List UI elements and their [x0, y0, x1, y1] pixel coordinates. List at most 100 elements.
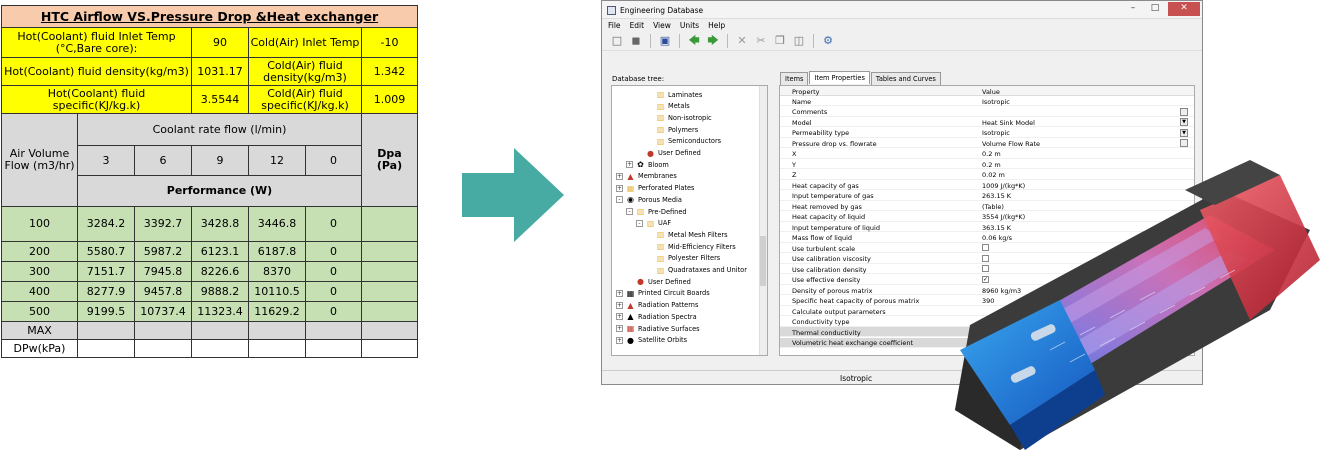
database-tree[interactable]: ▧ Laminates ▧ Metals ▧ Non-isotropic ▧ Polymers…: [611, 85, 768, 356]
property-value[interactable]: Isotropic: [982, 98, 1010, 106]
property-name: Z: [792, 171, 797, 179]
tab-item-properties[interactable]: Item Properties: [809, 71, 870, 84]
tree-item[interactable]: + ✿ Bloom: [626, 159, 669, 170]
dropdown-arrow-icon[interactable]: ▼: [1180, 128, 1188, 137]
tree-item[interactable]: + ● Satellite Orbits: [616, 335, 687, 346]
performance-cell: 7945.8: [134, 261, 192, 282]
copy-icon[interactable]: ❐: [773, 34, 787, 48]
tab-items[interactable]: Items: [780, 72, 809, 85]
expand-icon[interactable]: +: [616, 172, 623, 180]
expand-icon[interactable]: +: [626, 161, 633, 169]
expand-icon[interactable]: +: [616, 313, 623, 321]
paste-icon[interactable]: ◫: [792, 34, 806, 48]
property-row[interactable]: Name Isotropic: [780, 96, 1194, 106]
back-icon[interactable]: 🡄: [687, 34, 701, 48]
window-titlebar[interactable]: Engineering Database – □ ✕: [602, 1, 1202, 19]
dpa-cell: [360, 206, 419, 242]
page: HTC Airflow VS.Pressure Drop &Heat excha…: [0, 0, 1332, 472]
maximize-button[interactable]: □: [1144, 2, 1166, 16]
property-value[interactable]: Isotropic: [982, 129, 1010, 137]
property-row[interactable]: Permeability type Isotropic ▼: [780, 128, 1194, 138]
property-row[interactable]: Pressure drop vs. flowrate Volume Flow Ra…: [780, 138, 1194, 148]
tree-item[interactable]: + ▦ Perforated Plates: [616, 183, 694, 194]
performance-cell: 0: [305, 301, 362, 322]
tree-item-label: Quadrataxes and Unitor: [668, 266, 747, 274]
tree-item[interactable]: ▧ Polyester Filters: [646, 253, 721, 264]
tree-item-label: Mid-Efficiency Filters: [668, 242, 736, 251]
tree-item[interactable]: ▧ Metals: [646, 101, 690, 112]
collapse-icon[interactable]: -: [616, 196, 623, 204]
tree-item[interactable]: ● User Defined: [636, 148, 701, 159]
table-row: 100 3284.2 3392.7 3428.8 3446.8 0: [1, 206, 419, 242]
tree-item[interactable]: - ▧ UAF: [636, 218, 671, 229]
toolbar-separator: [650, 34, 651, 48]
cold-specific-value: 1.009: [360, 85, 419, 114]
tree-scrollbar-thumb[interactable]: [760, 236, 766, 286]
delete-icon[interactable]: ✕: [735, 34, 749, 48]
menu-item-help[interactable]: Help: [708, 21, 725, 30]
expand-icon[interactable]: +: [616, 289, 623, 297]
performance-cell: 3392.7: [134, 206, 192, 242]
tree-item[interactable]: ● User Defined: [626, 276, 691, 287]
tree-scrollbar[interactable]: [759, 86, 767, 355]
cold-inlet-label: Cold(Air) Inlet Temp: [248, 27, 362, 58]
menu-item-file[interactable]: File: [608, 21, 621, 30]
collapse-icon[interactable]: -: [636, 219, 643, 227]
tree-item[interactable]: + ▲ Radiation Spectra: [616, 311, 697, 322]
expand-icon[interactable]: +: [616, 184, 623, 192]
forward-icon[interactable]: 🡆: [706, 34, 720, 48]
tree-item[interactable]: + ▲ Radiation Patterns: [616, 300, 698, 311]
property-name: Pressure drop vs. flowrate: [792, 139, 877, 148]
tab-tables-and-curves[interactable]: Tables and Curves: [870, 72, 941, 85]
close-button[interactable]: ✕: [1168, 2, 1200, 16]
tree-item[interactable]: ▧ Polymers: [646, 124, 698, 135]
performance-cell: 0: [305, 241, 362, 262]
ellipsis-button[interactable]: [1180, 107, 1188, 116]
property-row[interactable]: Model Heat Sink Model ▼: [780, 117, 1194, 127]
tree-item[interactable]: + ▦ Printed Circuit Boards: [616, 288, 710, 299]
table-title: HTC Airflow VS.Pressure Drop &Heat excha…: [0, 5, 419, 28]
open-icon[interactable]: ◼: [629, 34, 643, 48]
cut-icon[interactable]: ✂: [754, 34, 768, 48]
tree-item[interactable]: + ▦ Radiative Surfaces: [616, 323, 700, 334]
property-row[interactable]: Comments: [780, 107, 1194, 117]
tree-item[interactable]: ▧ Laminates: [646, 89, 703, 100]
expand-icon[interactable]: +: [616, 301, 623, 309]
hot-inlet-value: 90: [191, 27, 249, 58]
flow-column-header: 12: [248, 145, 306, 176]
property-name: Input temperature of liquid: [792, 223, 880, 232]
minimize-button[interactable]: –: [1122, 2, 1144, 16]
tree-item[interactable]: - ◉ Porous Media: [616, 194, 682, 205]
tree-item[interactable]: + ▲ Membranes: [616, 171, 677, 182]
tree-item[interactable]: ▧ Semiconductors: [646, 136, 721, 147]
new-icon[interactable]: □: [610, 34, 624, 48]
property-name: Conductivity type: [792, 318, 850, 326]
performance-cell: 8226.6: [191, 261, 249, 282]
tree-item[interactable]: ▧ Non-isotropic: [646, 112, 712, 123]
performance-cell: 3428.8: [191, 206, 249, 242]
menu-item-units[interactable]: Units: [680, 21, 699, 30]
expand-icon[interactable]: +: [616, 325, 623, 332]
property-value[interactable]: Heat Sink Model: [982, 119, 1035, 127]
settings-gear-icon[interactable]: ⚙: [821, 34, 835, 48]
ellipsis-button[interactable]: [1180, 139, 1188, 147]
property-grid-header: Property Value: [780, 86, 1194, 96]
dropdown-arrow-icon[interactable]: ▼: [1180, 118, 1188, 126]
flow-column-header: 0: [305, 145, 362, 176]
property-value[interactable]: Volume Flow Rate: [982, 140, 1040, 148]
performance-cell: 5580.7: [77, 241, 135, 262]
save-icon[interactable]: ▣: [658, 34, 672, 48]
tree-item[interactable]: ▧ Metal Mesh Filters: [646, 229, 728, 240]
expand-icon[interactable]: +: [616, 336, 623, 344]
menu-item-view[interactable]: View: [653, 21, 671, 30]
tree-item[interactable]: ▧ Mid-Efficiency Filters: [646, 241, 736, 252]
tree-item-label: User Defined: [648, 277, 691, 286]
collapse-icon[interactable]: -: [626, 208, 633, 215]
folder-icon: ▧: [656, 101, 665, 111]
table-row: 200 5580.7 5987.2 6123.1 6187.8 0: [1, 241, 419, 262]
hot-specific-value: 3.5544: [191, 85, 249, 114]
tree-item[interactable]: - ▧ Pre-Defined: [626, 206, 687, 217]
menu-item-edit[interactable]: Edit: [630, 21, 645, 30]
tree-item[interactable]: ▧ Quadrataxes and Unitor: [646, 265, 747, 276]
tree-item-label: Polymers: [668, 125, 699, 134]
